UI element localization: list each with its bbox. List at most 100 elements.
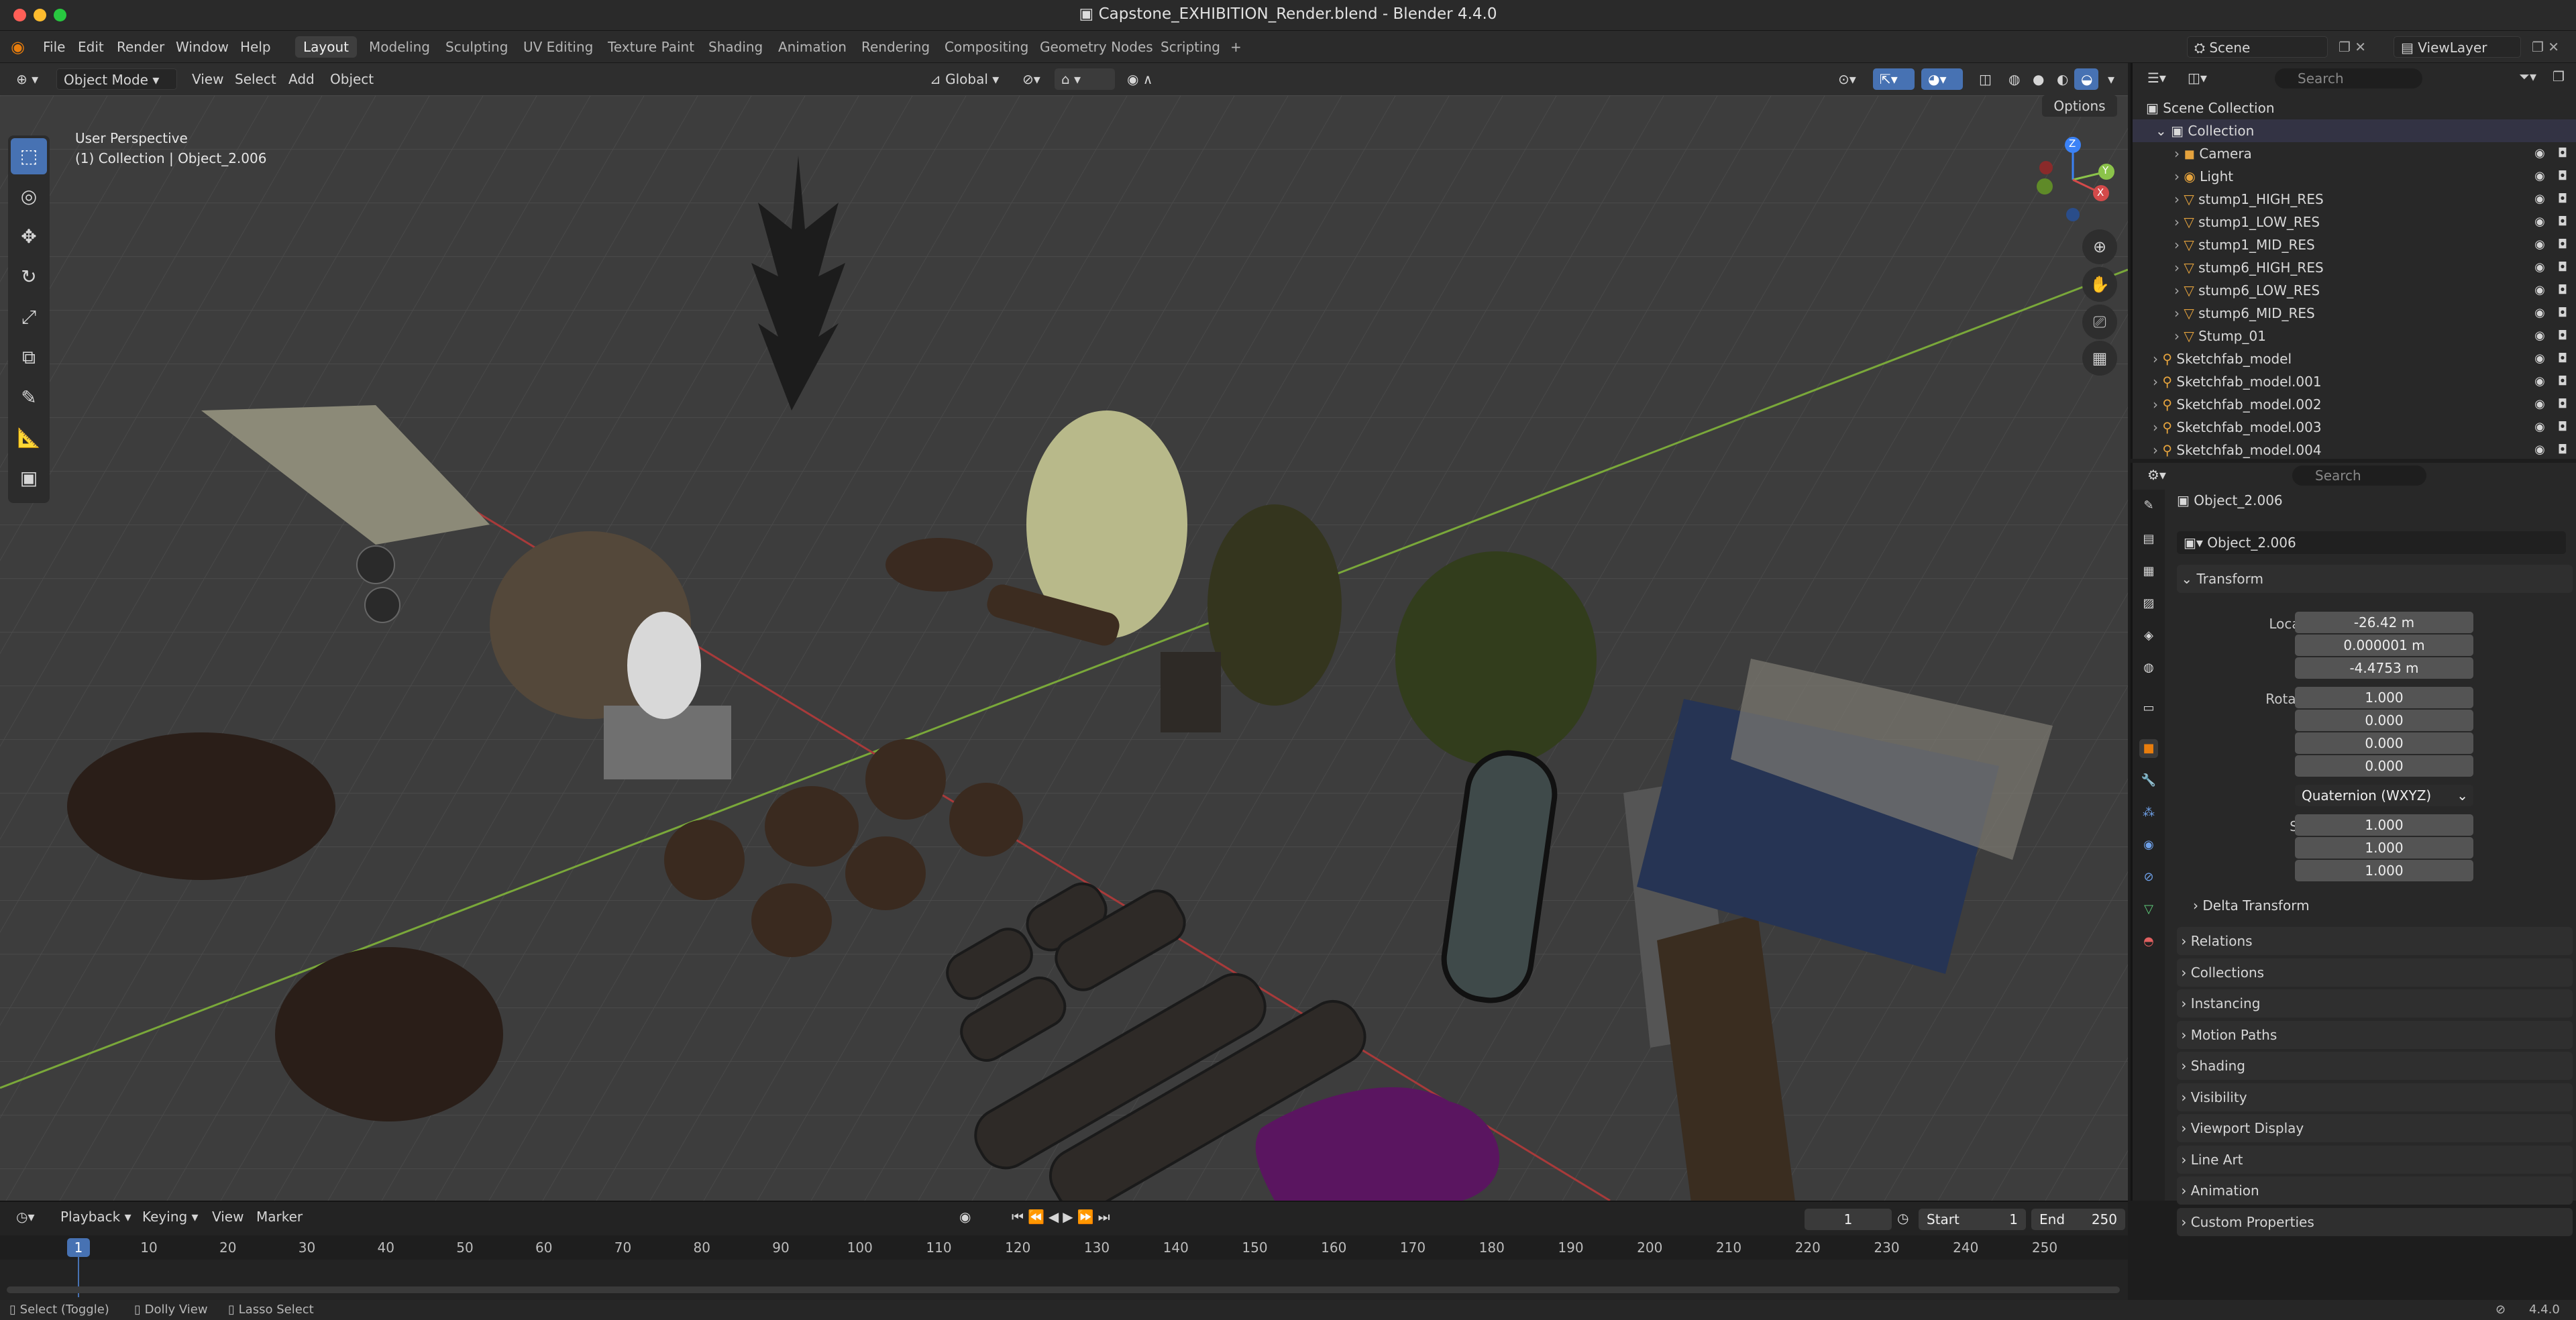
outliner-search-input[interactable]: Search <box>2275 68 2422 89</box>
visibility-eye-icon[interactable]: ◉ <box>2532 351 2547 366</box>
chevron-right-icon[interactable]: › <box>2174 214 2184 230</box>
annotate-icon[interactable]: ✎ <box>11 380 47 416</box>
output-tab-icon[interactable]: ▦ <box>2139 562 2158 581</box>
3d-viewport[interactable]: ⬚ ◎ ✥ ↻ ⤢ ⧉ ✎ 📐 ▣ User Perspective (1) C… <box>0 95 2128 1201</box>
visibility-eye-icon[interactable]: ◉ <box>2532 397 2547 412</box>
rendered-shading-icon[interactable]: ◒ <box>2074 68 2098 90</box>
outliner-item[interactable]: › ▽ stump6_LOW_RES ◉ ◘ <box>2133 279 2576 302</box>
tab-compositing[interactable]: Compositing <box>936 36 1036 58</box>
viewlayer-actions[interactable]: ❐ ✕ <box>2525 36 2572 58</box>
visibility-eye-icon[interactable]: ◉ <box>2532 329 2547 343</box>
chevron-right-icon[interactable]: › <box>2174 305 2184 321</box>
rotation-w-field[interactable]: 1.000 <box>2295 687 2473 708</box>
transform-panel-header[interactable]: ⌄ Transform <box>2177 565 2573 593</box>
select-box-icon[interactable]: ⬚ <box>11 138 47 174</box>
menu-help[interactable]: Help <box>232 38 279 56</box>
auto-keying-icon[interactable]: ◉ <box>953 1206 979 1227</box>
tab-layout[interactable]: Layout <box>295 36 357 58</box>
visibility-eye-icon[interactable]: ◉ <box>2532 443 2547 457</box>
outliner-item[interactable]: › ◼ Camera ◉ ◘ <box>2133 142 2576 165</box>
outliner-editor-type-icon[interactable]: ☰▾ <box>2141 67 2176 89</box>
panel-instancing[interactable]: › Instancing <box>2177 989 2573 1018</box>
constraints-tab-icon[interactable]: ⊘ <box>2139 868 2158 887</box>
transform-icon[interactable]: ⧉ <box>11 339 47 376</box>
viewport-menu-object[interactable]: Object <box>323 68 380 90</box>
zoom-icon[interactable]: ⊕ <box>2082 229 2117 264</box>
render-camera-icon[interactable]: ◘ <box>2555 306 2570 321</box>
render-camera-icon[interactable]: ◘ <box>2555 215 2570 229</box>
camera-view-icon[interactable]: ⎚ <box>2082 305 2117 339</box>
render-camera-icon[interactable]: ◘ <box>2555 237 2570 252</box>
viewport-menu-select[interactable]: Select <box>228 68 283 90</box>
panel-custom-properties[interactable]: › Custom Properties <box>2177 1207 2573 1236</box>
render-camera-icon[interactable]: ◘ <box>2555 260 2570 275</box>
panel-animation[interactable]: › Animation <box>2177 1176 2573 1205</box>
viewlayer-selector[interactable]: ▤ ViewLayer <box>2394 36 2521 58</box>
tab-scripting[interactable]: Scripting <box>1152 36 1228 58</box>
panel-collections[interactable]: › Collections <box>2177 958 2573 987</box>
render-camera-icon[interactable]: ◘ <box>2555 146 2570 161</box>
rotation-z-field[interactable]: 0.000 <box>2295 755 2473 777</box>
render-camera-icon[interactable]: ◘ <box>2555 283 2570 298</box>
render-tab-icon[interactable]: ▤ <box>2139 530 2158 549</box>
delta-transform-subpanel[interactable]: › Delta Transform <box>2193 897 2310 914</box>
move-icon[interactable]: ✥ <box>11 219 47 255</box>
add-cube-icon[interactable]: ▣ <box>11 460 47 496</box>
location-x-field[interactable]: -26.42 m <box>2295 612 2473 633</box>
visibility-eye-icon[interactable]: ◉ <box>2532 420 2547 435</box>
particles-tab-icon[interactable]: ⁂ <box>2139 804 2158 822</box>
ortho-grid-icon[interactable]: ▦ <box>2082 341 2117 376</box>
tab-sculpting[interactable]: Sculpting <box>437 36 516 58</box>
outliner-item[interactable]: › ⚲ Sketchfab_model.002 ◉ ◘ <box>2133 393 2576 416</box>
tab-rendering[interactable]: Rendering <box>853 36 938 58</box>
measure-icon[interactable]: 📐 <box>11 420 47 456</box>
pivot-icon[interactable]: ⊘▾ <box>1016 68 1051 90</box>
filter-icon[interactable]: ⏷▾ <box>2519 68 2536 85</box>
chevron-right-icon[interactable]: › <box>2174 328 2184 344</box>
collection-row[interactable]: ⌄ ▣ Collection <box>2133 119 2576 142</box>
viewport-menu-add[interactable]: Add <box>282 68 321 90</box>
tab-texture-paint[interactable]: Texture Paint <box>600 36 702 58</box>
object-tab-icon[interactable]: ■ <box>2139 739 2158 758</box>
panel-visibility[interactable]: › Visibility <box>2177 1083 2573 1111</box>
timeline-scrollbar[interactable] <box>7 1286 2120 1293</box>
xray-icon[interactable]: ◫ <box>1972 68 1996 90</box>
tab-uv-editing[interactable]: UV Editing <box>515 36 601 58</box>
scale-icon[interactable]: ⤢ <box>11 299 47 335</box>
outliner-item[interactable]: › ▽ stump1_LOW_RES ◉ ◘ <box>2133 211 2576 233</box>
playback-controls[interactable]: ⏮⏪◀▶⏩⏭ <box>1005 1206 1139 1227</box>
scene-actions[interactable]: ❐ ✕ <box>2332 36 2379 58</box>
playhead[interactable]: 1 <box>67 1238 90 1257</box>
keying-menu[interactable]: Keying ▾ <box>136 1206 205 1227</box>
physics-tab-icon[interactable]: ◉ <box>2139 836 2158 855</box>
tab-shading[interactable]: Shading <box>700 36 771 58</box>
scale-y-field[interactable]: 1.000 <box>2295 837 2473 859</box>
view-layer-tab-icon[interactable]: ▨ <box>2139 594 2158 613</box>
panel-relations[interactable]: › Relations <box>2177 927 2573 955</box>
render-camera-icon[interactable]: ◘ <box>2555 192 2570 207</box>
blender-logo-icon[interactable]: ◉ <box>11 38 31 56</box>
visibility-eye-icon[interactable]: ◉ <box>2532 283 2547 298</box>
rotation-y-field[interactable]: 0.000 <box>2295 732 2473 754</box>
material-tab-icon[interactable]: ◓ <box>2139 932 2158 951</box>
gizmo-toggle-icon[interactable]: ⇱▾ <box>1873 68 1915 90</box>
render-camera-icon[interactable]: ◘ <box>2555 169 2570 184</box>
timeline-view-menu[interactable]: View <box>205 1206 250 1227</box>
overlays-toggle-icon[interactable]: ◕▾ <box>1921 68 1963 90</box>
render-camera-icon[interactable]: ◘ <box>2555 374 2570 389</box>
shading-options-icon[interactable]: ▾ <box>2101 68 2125 90</box>
snap-icon[interactable]: ⌂ ▾ <box>1055 68 1115 90</box>
chevron-right-icon[interactable]: › <box>2174 168 2184 184</box>
location-y-field[interactable]: 0.000001 m <box>2295 635 2473 656</box>
object-mode-dropdown[interactable]: Object Mode ▾ <box>56 68 177 90</box>
playback-menu[interactable]: Playback ▾ <box>54 1206 138 1227</box>
properties-search-input[interactable]: Search <box>2292 465 2426 486</box>
location-z-field[interactable]: -4.4753 m <box>2295 657 2473 679</box>
chevron-right-icon[interactable]: › <box>2153 396 2162 412</box>
menu-file[interactable]: File <box>35 38 73 56</box>
transform-orientation-dropdown[interactable]: ⊿ Global ▾ <box>923 68 1010 90</box>
object-name-field[interactable]: ▣▾ Object_2.006 <box>2177 531 2566 554</box>
scale-x-field[interactable]: 1.000 <box>2295 814 2473 836</box>
visibility-eye-icon[interactable]: ◉ <box>2532 215 2547 229</box>
render-camera-icon[interactable]: ◘ <box>2555 351 2570 366</box>
